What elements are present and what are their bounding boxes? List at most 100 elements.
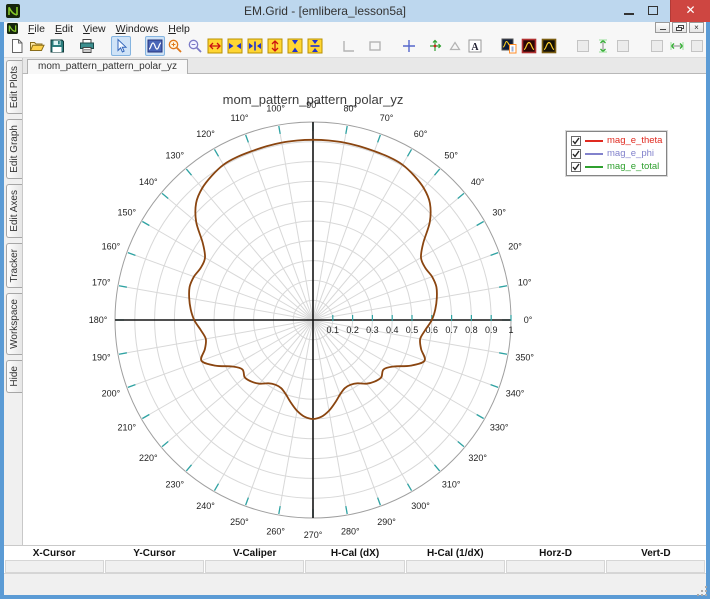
svg-text:30°: 30° [492,208,506,218]
check-icon [572,163,580,171]
document-tab[interactable]: mom_pattern_pattern_polar_yz [27,59,188,74]
save-icon [49,38,65,54]
readout-header: Vert-D [606,546,706,561]
readout-header: H-Cal (1/dX) [405,546,505,561]
sidebar-tab-label: Edit Axes [9,190,20,232]
svg-text:250°: 250° [230,517,249,527]
zoom-out-icon [187,38,203,54]
cursor-arrow-icon [113,38,129,54]
text-label-button[interactable]: A [465,36,485,56]
sidebar-tab-tracker[interactable]: Tracker [6,243,22,289]
menu-bar: FileEditViewWindowsHelp × [4,22,706,35]
svg-text:130°: 130° [165,150,184,160]
svg-text:10°: 10° [518,278,532,288]
svg-text:150°: 150° [117,208,136,218]
plot-thumbnail-dark-icon [541,38,557,54]
readout-header: Y-Cursor [104,546,204,561]
plot-style-2-button[interactable] [519,36,539,56]
svg-text:180°: 180° [89,315,108,325]
open-file-button[interactable] [27,36,47,56]
sidebar-tab-label: Hide [9,366,20,387]
svg-text:100°: 100° [266,103,285,113]
mdi-window-buttons: × [655,22,704,33]
svg-text:110°: 110° [230,113,248,123]
svg-text:80°: 80° [344,103,358,113]
sidebar-tab-workspace[interactable]: Workspace [6,293,22,355]
expand-x-button[interactable] [205,36,225,56]
readout-value-cell [506,560,605,573]
svg-text:70°: 70° [380,113,394,123]
menu-item-view[interactable]: View [78,23,111,35]
select-tool-button[interactable] [111,36,131,56]
add-cursor-button[interactable] [399,36,419,56]
legend-line-sample [585,140,603,142]
triangle-icon [447,38,463,54]
readout-values [4,560,706,573]
legend-checkbox[interactable] [571,136,581,146]
svg-text:290°: 290° [377,517,396,527]
rect-frame-icon [367,38,383,54]
svg-text:0°: 0° [524,315,533,325]
svg-text:0.7: 0.7 [445,325,458,335]
svg-text:1: 1 [508,325,513,335]
plot-thumbnail-red-icon [521,38,537,54]
sidebar-tab-edit-graph[interactable]: Edit Graph [6,119,22,179]
fit-y-button[interactable] [305,36,325,56]
expand-y-button[interactable] [265,36,285,56]
menu-item-windows[interactable]: Windows [111,23,164,35]
legend-checkbox[interactable] [571,162,581,172]
svg-text:200°: 200° [102,389,121,399]
readout-header: Horz-D [505,546,605,561]
mdi-close-button[interactable]: × [689,22,704,33]
tracker-axes-button[interactable] [425,36,445,56]
legend-line-sample [585,153,603,155]
menu-item-file[interactable]: File [23,23,50,35]
svg-text:20°: 20° [508,241,522,251]
plot-style-1-button[interactable] [499,36,519,56]
new-document-button[interactable] [7,36,27,56]
sidebar-tab-edit-axes[interactable]: Edit Axes [6,184,22,238]
zoom-in-button[interactable] [165,36,185,56]
print-button[interactable] [77,36,97,56]
svg-text:A: A [471,42,479,53]
expand-x-icon [207,38,223,54]
svg-text:300°: 300° [411,501,430,511]
h-scale-left-button [647,36,667,56]
close-button[interactable]: ✕ [670,0,710,22]
menu-logo-icon [7,23,18,34]
app-window: EM.Grid - [emlibera_lesson5a] ✕ FileEdit… [0,0,710,599]
readout-value-cell [305,560,404,573]
svg-text:170°: 170° [92,278,111,288]
menu-item-edit[interactable]: Edit [50,23,78,35]
app-logo-icon [6,4,20,18]
zoom-out-button[interactable] [185,36,205,56]
svg-text:40°: 40° [471,177,485,187]
readout-header: V-Caliper [205,546,305,561]
title-bar[interactable]: EM.Grid - [emlibera_lesson5a] ✕ [0,0,710,22]
plot-style-3-button[interactable] [539,36,559,56]
svg-text:340°: 340° [506,389,525,399]
resize-grip-icon[interactable] [701,590,703,592]
menu-item-help[interactable]: Help [163,23,195,35]
mdi-minimize-button[interactable] [655,22,670,33]
sidebar-tab-edit-plots[interactable]: Edit Plots [6,60,22,114]
sidebar-tab-label: Edit Graph [9,125,20,173]
minimize-button[interactable] [624,13,634,15]
gray-square-icon [649,38,665,54]
mdi-restore-button[interactable] [672,22,687,33]
triangle-marker-button [445,36,465,56]
compress-y-button[interactable] [285,36,305,56]
legend-checkbox[interactable] [571,149,581,159]
svg-text:160°: 160° [102,241,121,251]
save-button[interactable] [47,36,67,56]
plot-canvas[interactable]: mom_pattern_pattern_polar_yz 0.10.20.30.… [22,74,706,545]
sidebar-tab-hide[interactable]: Hide [6,360,22,393]
compress-x-button[interactable] [225,36,245,56]
fit-view-button[interactable] [145,36,165,56]
waveform-icon [147,38,163,54]
svg-text:50°: 50° [444,150,458,160]
maximize-button[interactable] [648,6,658,15]
svg-text:330°: 330° [490,423,509,433]
new-document-icon [9,38,25,54]
fit-x-button[interactable] [245,36,265,56]
